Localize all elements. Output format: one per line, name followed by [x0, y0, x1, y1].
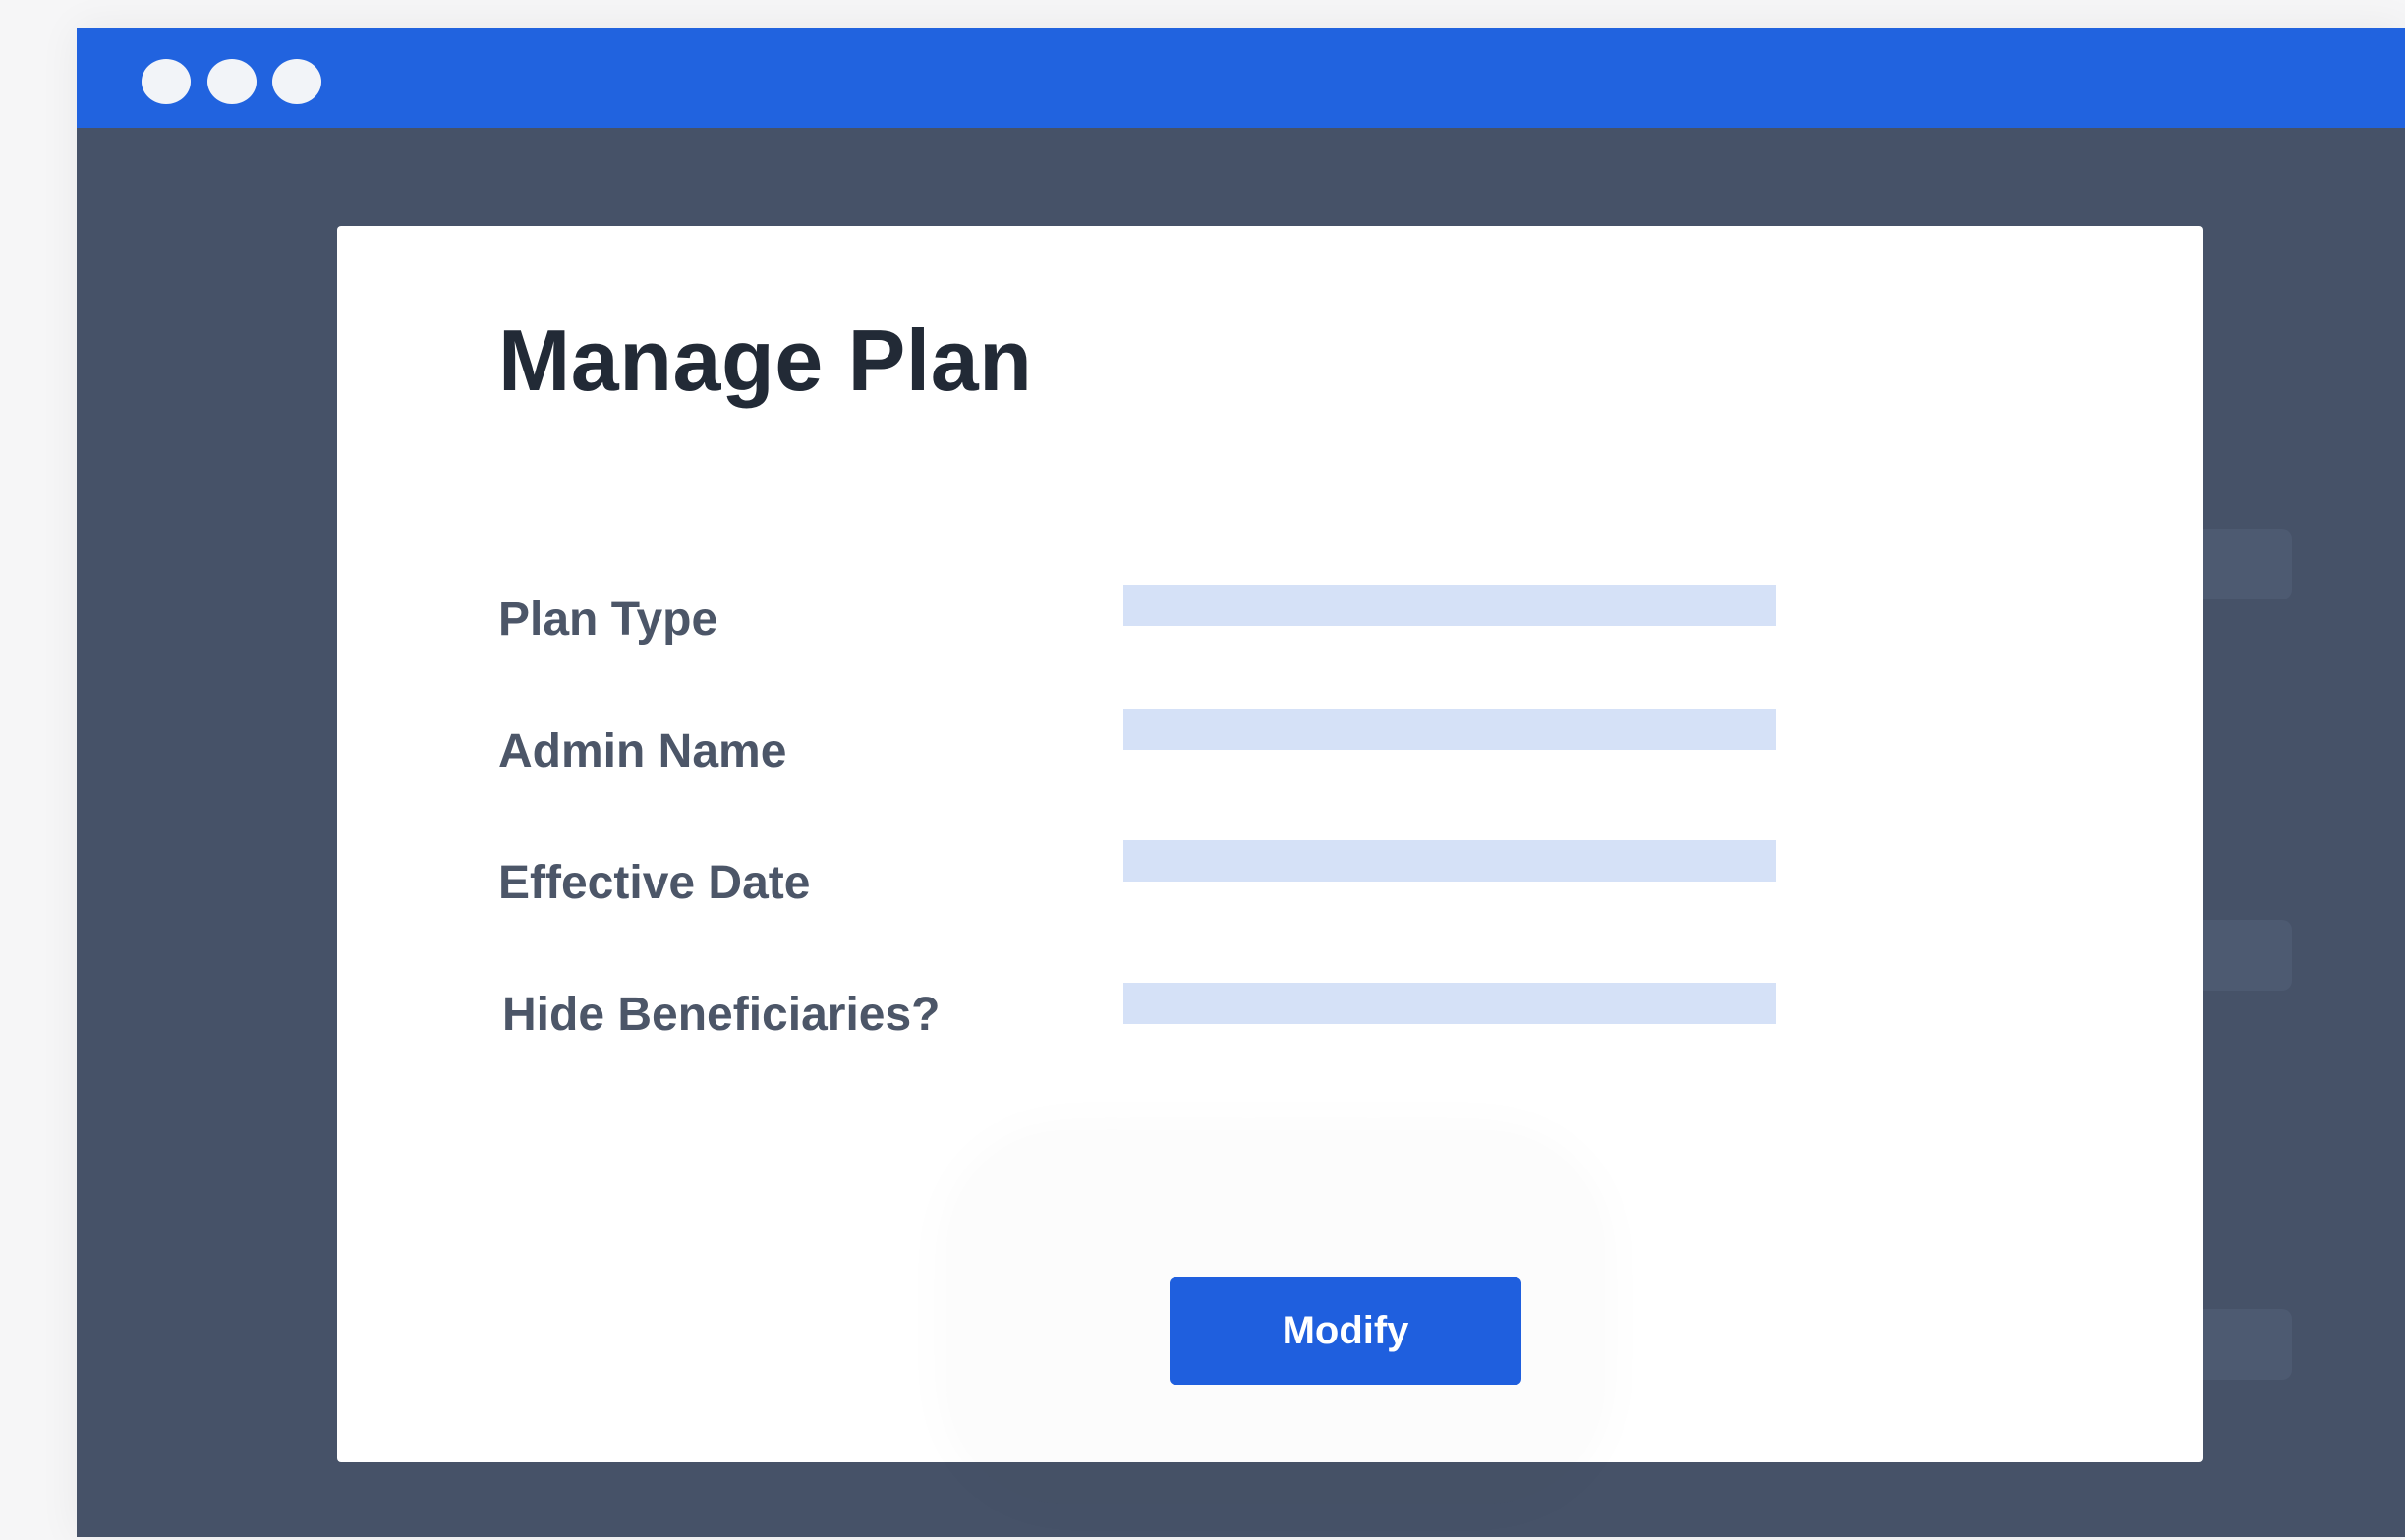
window-dot-icon[interactable] [142, 59, 191, 104]
effective-date-label: Effective Date [498, 857, 811, 909]
admin-name-field[interactable] [1123, 709, 1776, 750]
window-dot-icon[interactable] [207, 59, 257, 104]
modify-button[interactable]: Modify [1170, 1277, 1521, 1385]
effective-date-field[interactable] [1123, 840, 1776, 882]
plan-type-label: Plan Type [498, 594, 718, 646]
plan-type-field[interactable] [1123, 585, 1776, 626]
admin-name-label: Admin Name [498, 725, 787, 777]
app-window: Manage Plan Plan Type Admin Name Effecti… [77, 28, 2405, 1537]
window-dot-icon[interactable] [272, 59, 321, 104]
modal-title: Manage Plan [498, 312, 1033, 409]
manage-plan-modal: Manage Plan Plan Type Admin Name Effecti… [337, 226, 2203, 1462]
hide-beneficiaries-label: Hide Beneficiaries? [502, 989, 941, 1041]
window-titlebar [77, 28, 2405, 128]
hide-beneficiaries-field[interactable] [1123, 983, 1776, 1024]
